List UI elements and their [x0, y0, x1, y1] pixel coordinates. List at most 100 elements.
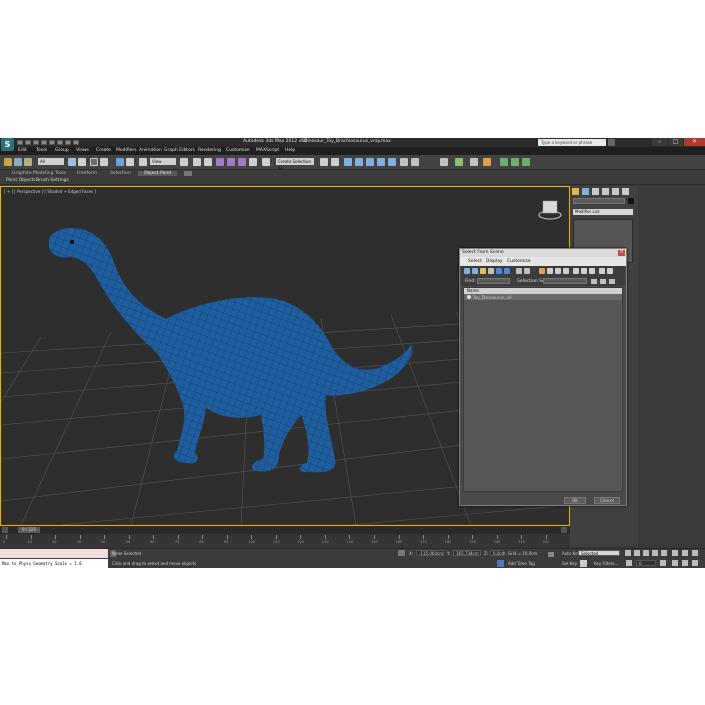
current-frame-field[interactable]: 0 [636, 560, 656, 566]
zoom-all-icon[interactable] [682, 550, 688, 556]
zoom-extents-icon[interactable] [692, 550, 698, 556]
teapot-icon[interactable] [470, 158, 478, 166]
keyboard-shortcut-icon[interactable] [204, 158, 212, 166]
fetch-icon[interactable] [65, 140, 71, 145]
time-slider[interactable]: 0 / 225 [0, 526, 570, 534]
create-tab-icon[interactable] [572, 188, 579, 195]
motion-tab-icon[interactable] [602, 188, 609, 195]
selection-set-dropdown[interactable] [543, 278, 587, 284]
absolute-mode-icon[interactable] [398, 550, 405, 556]
menu-tools[interactable]: Tools [36, 148, 47, 153]
align-icon[interactable] [331, 158, 339, 166]
material-editor-icon[interactable] [388, 158, 396, 166]
open-file-icon[interactable] [25, 140, 31, 145]
brush-settings-button[interactable]: Brush Settings [36, 178, 69, 183]
save-file-icon[interactable] [33, 140, 39, 145]
render-icon[interactable] [440, 158, 448, 166]
find-input[interactable] [477, 278, 510, 284]
search-input[interactable]: Type a keyword or phrase [538, 139, 606, 146]
display-groups-icon[interactable] [516, 268, 522, 274]
time-config-icon[interactable] [660, 560, 666, 566]
app-logo-icon[interactable]: S [1, 138, 14, 151]
selection-set-manage-icon[interactable] [609, 279, 615, 284]
add-time-tag-button[interactable]: Add Time Tag [508, 561, 535, 566]
set-key-icon[interactable] [580, 560, 587, 567]
link-icon[interactable] [4, 158, 12, 166]
selection-set-add-icon[interactable] [591, 279, 597, 284]
display-tab-icon[interactable] [612, 188, 619, 195]
key-mode-icon[interactable] [548, 552, 554, 557]
dialog-menu-display[interactable]: Display [486, 259, 503, 264]
select-none-icon[interactable] [581, 268, 587, 274]
menu-group[interactable]: Group [55, 148, 69, 153]
hierarchy-tab-icon[interactable] [592, 188, 599, 195]
select-manipulate-icon[interactable] [193, 158, 201, 166]
pan-view-icon[interactable] [682, 560, 688, 566]
modifier-list-dropdown[interactable]: Modifier List [573, 209, 633, 215]
menu-views[interactable]: Views [76, 148, 89, 153]
edit-named-selection-icon[interactable] [262, 158, 270, 166]
display-spacewarps-icon[interactable] [504, 268, 510, 274]
render-setup-icon[interactable] [400, 158, 408, 166]
utilities-tab-icon[interactable] [622, 188, 629, 195]
display-all-icon[interactable] [547, 268, 553, 274]
key-mode-toggle-icon[interactable] [626, 560, 632, 566]
display-bones-icon[interactable] [539, 268, 545, 274]
add-time-tag-icon[interactable] [497, 560, 504, 567]
time-slider-thumb[interactable]: 0 / 225 [18, 527, 40, 533]
plugin-icon[interactable] [483, 158, 491, 166]
menu-modifiers[interactable]: Modifiers [116, 148, 137, 153]
percent-snap-icon[interactable] [238, 158, 246, 166]
vray-camera-icon[interactable] [522, 158, 530, 166]
mirror-icon[interactable] [320, 158, 328, 166]
menu-animation[interactable]: Animation [139, 148, 162, 153]
key-filters-button[interactable]: Key Filters... [594, 561, 618, 566]
display-xrefs-icon[interactable] [524, 268, 530, 274]
time-slider-prev-icon[interactable] [2, 527, 8, 533]
scale-icon[interactable] [139, 158, 147, 166]
select-by-name-icon[interactable] [78, 158, 86, 166]
vray-icon[interactable] [455, 158, 463, 166]
display-invert-icon[interactable] [563, 268, 569, 274]
display-geometry-icon[interactable] [464, 268, 470, 274]
ribbon-tab-freeform[interactable]: Freeform [77, 171, 97, 176]
dialog-menu-customize[interactable]: Customize [507, 259, 531, 264]
maximize-button[interactable]: □ [668, 138, 683, 146]
angle-snap-icon[interactable] [227, 158, 235, 166]
modify-tab-icon[interactable] [582, 188, 589, 195]
play-icon[interactable] [643, 550, 649, 556]
menu-graph-editors[interactable]: Graph Editors [164, 148, 195, 153]
object-color-swatch[interactable] [628, 198, 634, 204]
orbit-icon[interactable] [692, 560, 698, 566]
list-item[interactable]: Toy_Dinosaurus_vH [464, 294, 622, 300]
maxscript-listener-input[interactable] [0, 549, 108, 558]
rendered-frame-window-icon[interactable] [411, 158, 419, 166]
key-set-dropdown[interactable]: Selected [578, 550, 620, 556]
menu-help[interactable]: Help [285, 148, 295, 153]
display-lights-icon[interactable] [480, 268, 486, 274]
set-key-button[interactable]: Set Key [562, 561, 577, 566]
vray-frame-buffer-icon[interactable] [500, 158, 508, 166]
search-icon[interactable] [608, 139, 615, 146]
menu-customize[interactable]: Customize [226, 148, 250, 153]
y-coord-field[interactable]: 165,734cm [453, 550, 481, 556]
next-frame-icon[interactable] [652, 550, 658, 556]
menu-edit[interactable]: Edit [18, 148, 27, 153]
z-coord-field[interactable]: 0,0cm [490, 550, 505, 556]
object-list[interactable]: Name Toy_Dinosaurus_vH [463, 287, 623, 492]
time-slider-next-icon[interactable] [561, 527, 567, 533]
menu-rendering[interactable]: Rendering [198, 148, 221, 153]
display-helpers-icon[interactable] [496, 268, 502, 274]
vray-light-icon[interactable] [511, 158, 519, 166]
select-all-icon[interactable] [573, 268, 579, 274]
maxscript-listener-output[interactable]: Max to Physx Geometry Scale = 1.0 [0, 559, 108, 568]
zoom-icon[interactable] [672, 550, 678, 556]
cancel-button[interactable]: Cancel [594, 497, 620, 504]
filter-icon[interactable] [599, 268, 605, 274]
ribbon-tab-graphite[interactable]: Graphite Modeling Tools [12, 171, 66, 176]
rotate-icon[interactable] [126, 158, 134, 166]
ok-button[interactable]: OK [564, 497, 586, 504]
ribbon-tab-selection[interactable]: Selection [110, 171, 131, 176]
hold-icon[interactable] [57, 140, 63, 145]
object-name-field[interactable] [573, 198, 625, 204]
